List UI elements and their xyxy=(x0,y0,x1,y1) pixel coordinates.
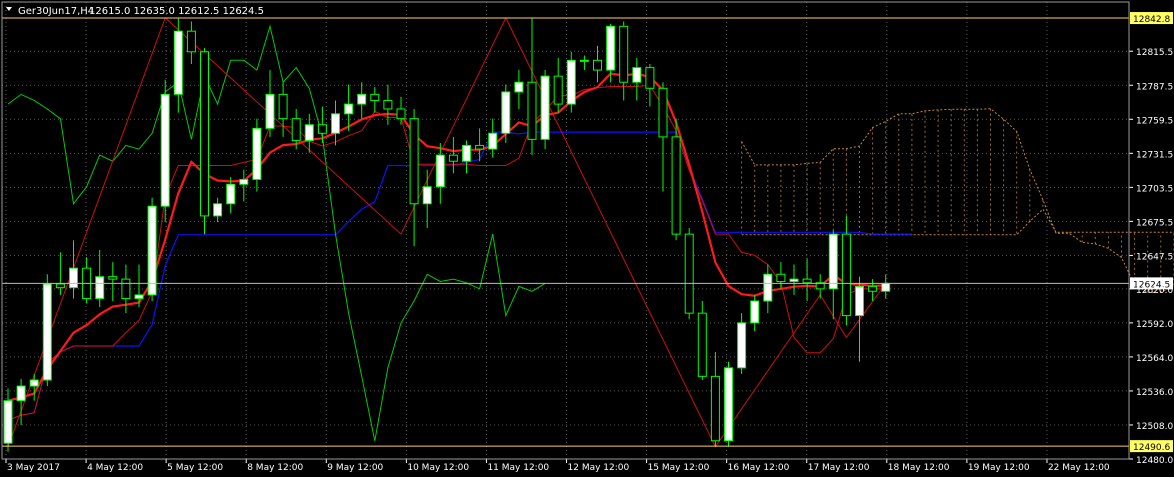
candle-body xyxy=(409,118,419,205)
candle-body xyxy=(868,285,878,292)
candle-body xyxy=(147,205,157,296)
x-tick-label: 9 May 12:00 xyxy=(327,463,383,473)
candle-body xyxy=(606,25,616,71)
candle-body xyxy=(108,276,118,280)
candle-body xyxy=(422,186,432,205)
x-tick-label: 5 May 12:00 xyxy=(167,463,223,473)
candle-body xyxy=(200,51,209,217)
candle-body xyxy=(370,93,380,101)
candle-body xyxy=(239,178,249,185)
candle-body xyxy=(579,59,589,62)
candle-body xyxy=(881,282,891,292)
candle-body xyxy=(475,144,485,150)
x-tick-label: 4 May 12:00 xyxy=(87,463,143,473)
symbol-timeframe: Ger30Jun17,H4 xyxy=(18,6,94,17)
x-tick-label: 22 May 12:00 xyxy=(1048,463,1110,473)
y-tick-label: 12759.5 xyxy=(1136,116,1173,126)
candle-body xyxy=(16,385,26,402)
y-tick-label: 12647.5 xyxy=(1136,252,1173,262)
x-tick-label: 17 May 12:00 xyxy=(808,463,870,473)
candle-body xyxy=(828,233,838,290)
candle-body xyxy=(3,400,13,444)
candle-body xyxy=(553,75,563,105)
y-tick-label: 12592.0 xyxy=(1136,320,1173,330)
candle-body xyxy=(186,30,196,53)
x-tick-label: 3 May 2017 xyxy=(7,463,60,473)
candle-body xyxy=(658,87,668,138)
candle-body xyxy=(396,108,406,120)
candle-body xyxy=(435,154,445,188)
candle-body xyxy=(488,132,498,150)
candle-body xyxy=(632,67,642,83)
candle-body xyxy=(448,154,458,162)
candle-body xyxy=(776,273,786,283)
candle-body xyxy=(802,278,812,284)
candle-body xyxy=(593,59,602,71)
candle-body xyxy=(134,294,144,300)
x-tick-label: 15 May 12:00 xyxy=(648,463,710,473)
candle-body xyxy=(344,103,354,115)
candle-body xyxy=(645,67,655,89)
candle-body xyxy=(173,30,183,95)
candle-body xyxy=(697,312,707,377)
candle-body xyxy=(841,233,851,317)
x-tick-label: 16 May 12:00 xyxy=(728,463,790,473)
candle-body xyxy=(501,91,511,134)
y-tick-label: 12564.0 xyxy=(1136,354,1173,364)
candle-body xyxy=(724,367,733,442)
candle-body xyxy=(29,379,39,387)
y-tick-label: 12703.5 xyxy=(1136,184,1173,194)
candle-body xyxy=(291,118,301,142)
candle-body xyxy=(462,144,471,162)
candle-body xyxy=(619,25,629,83)
candle-body xyxy=(527,81,537,140)
chart-header: Ger30Jun17,H4 12615.0 12635.0 12612.5 12… xyxy=(6,6,264,17)
candle-body xyxy=(95,276,105,300)
x-tick-label: 19 May 12:00 xyxy=(968,463,1030,473)
x-tick-label: 12 May 12:00 xyxy=(568,463,630,473)
candle-body xyxy=(750,300,760,324)
y-tick-label: 12620.0 xyxy=(1136,286,1173,296)
candle-body xyxy=(855,285,864,317)
candle-body xyxy=(121,278,131,300)
candle-body xyxy=(357,93,367,105)
candle-body xyxy=(304,124,314,142)
candle-body xyxy=(42,283,52,381)
x-tick-label: 8 May 12:00 xyxy=(247,463,303,473)
candle-body xyxy=(789,278,799,283)
y-tick-label: 12815.5 xyxy=(1136,48,1173,58)
y-tick-label: 12508.0 xyxy=(1136,422,1173,432)
y-tick-label: 12675.5 xyxy=(1136,218,1173,228)
candle-body xyxy=(684,233,694,314)
y-tick-label: 12480.0 xyxy=(1136,456,1173,466)
candle-body xyxy=(252,127,262,180)
ohlc-readout: 12615.0 12635.0 12612.5 12624.5 xyxy=(89,6,264,17)
candle-body xyxy=(69,267,78,289)
y-tick-label: 12536.0 xyxy=(1136,388,1173,398)
price-level-label: 12842.8 xyxy=(1133,15,1170,25)
candle-body xyxy=(383,99,393,110)
candle-body xyxy=(566,59,576,105)
candle-body xyxy=(710,375,720,442)
candle-body xyxy=(763,273,773,302)
candle-body xyxy=(671,136,681,235)
x-tick-label: 10 May 12:00 xyxy=(407,463,469,473)
candle-body xyxy=(226,183,236,205)
candle-body xyxy=(514,81,524,93)
candle-body xyxy=(540,75,550,140)
x-tick-label: 18 May 12:00 xyxy=(888,463,950,473)
candle-body xyxy=(737,322,747,369)
candle-body xyxy=(278,93,288,120)
candle-body xyxy=(331,113,340,134)
candle-body xyxy=(55,283,65,289)
price-level-label: 12490.6 xyxy=(1133,443,1170,453)
candle-body xyxy=(265,93,275,129)
price-chart[interactable]: 12842.812490.612624.5 12480.012508.01253… xyxy=(0,0,1174,477)
candle-body xyxy=(317,124,327,134)
candle-body xyxy=(213,203,223,217)
y-tick-label: 12731.5 xyxy=(1136,150,1173,160)
x-tick-label: 11 May 12:00 xyxy=(487,463,549,473)
candle-body xyxy=(160,93,170,207)
y-tick-label: 12787.5 xyxy=(1136,82,1173,92)
